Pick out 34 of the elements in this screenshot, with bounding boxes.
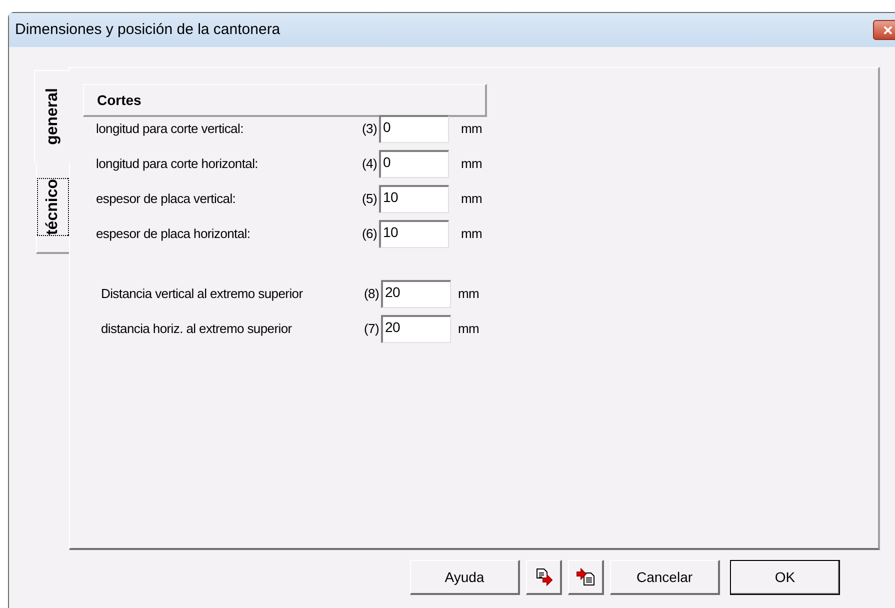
unit-label: mm — [461, 155, 482, 174]
window-title: Dimensiones y posición de la cantonera — [15, 20, 280, 40]
arrow-document-icon — [576, 567, 596, 587]
field-label: Distancia vertical al extremo superior — [100, 285, 304, 304]
input-field[interactable]: 10 — [379, 220, 449, 248]
input-field[interactable]: 10 — [379, 185, 449, 213]
input-field[interactable]: 0 — [379, 150, 449, 178]
field-label: distancia horiz. al extremo superior — [100, 320, 293, 338]
unit-label: mm — [458, 285, 480, 304]
field-label: espesor de placa vertical: — [95, 190, 237, 208]
unit-label: mm — [461, 225, 482, 244]
tab[interactable]: técnico — [36, 162, 69, 254]
unit-label: mm — [461, 120, 482, 138]
field-label: longitud para corte vertical: — [95, 120, 244, 138]
field-number: (3) — [361, 120, 378, 138]
document-arrow-icon — [534, 567, 554, 587]
unit-label: mm — [461, 190, 482, 208]
dialog-button[interactable]: Ayuda — [410, 560, 520, 595]
field-number: (5) — [361, 190, 378, 208]
input-field[interactable]: 20 — [381, 280, 451, 308]
export-button[interactable] — [526, 560, 562, 595]
tab[interactable]: general — [34, 70, 70, 162]
unit-label: mm — [458, 320, 480, 338]
field-number: (6) — [361, 225, 378, 244]
dialog-button[interactable]: Cancelar — [610, 560, 720, 595]
field-number: (7) — [363, 320, 380, 338]
input-field[interactable]: 20 — [381, 315, 451, 343]
input-field[interactable]: 0 — [379, 115, 449, 143]
field-number: (4) — [361, 155, 378, 174]
field-label: espesor de placa horizontal: — [95, 225, 252, 244]
field-label: longitud para corte horizontal: — [95, 155, 259, 174]
field-number: (8) — [363, 285, 380, 304]
dialog-button[interactable]: OK — [730, 560, 840, 595]
import-button[interactable] — [568, 560, 604, 595]
